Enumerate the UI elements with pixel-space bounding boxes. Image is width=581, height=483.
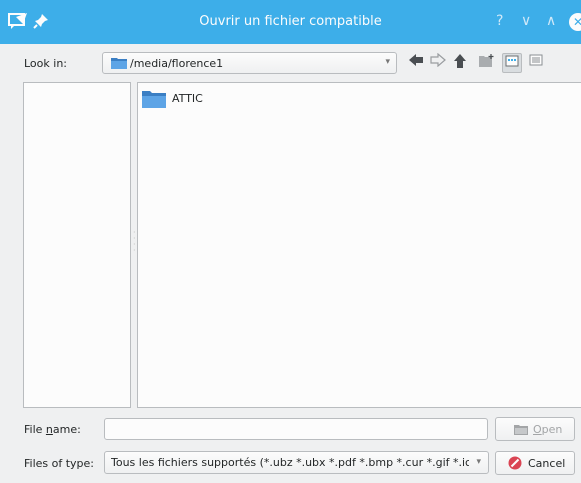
forward-arrow-icon [430,52,446,68]
detail-view-icon [529,54,543,66]
look-in-combo[interactable]: /media/florence1 ▾ [102,52,397,74]
up-button[interactable] [450,53,470,73]
cancel-button[interactable]: Cancel [495,451,575,475]
look-in-label: Look in: [24,57,67,70]
chevron-down-icon[interactable]: ▾ [476,457,481,467]
splitter-handle[interactable]: · · · · [133,229,136,260]
new-folder-button[interactable] [477,53,497,73]
folder-icon [110,56,128,73]
file-name-input[interactable] [104,418,488,440]
chevron-down-icon[interactable]: ▾ [385,57,390,67]
list-view-icon [505,55,519,67]
file-list[interactable]: ATTIC [137,82,581,408]
detail-view-button[interactable] [526,53,546,73]
window-title: Ouvrir un fichier compatible [199,14,382,29]
places-sidebar[interactable] [23,82,131,408]
files-of-type-label: Files of type: [24,457,95,470]
forward-button[interactable] [428,52,448,73]
title-bar[interactable]: Ouvrir un fichier compatible ? ∨ ∧ ✕ [0,0,581,44]
close-button[interactable]: ✕ [569,13,581,31]
help-button[interactable]: ? [496,12,503,30]
cancel-icon [508,456,522,473]
file-name-label: File name: [24,423,81,436]
new-folder-icon [479,54,494,67]
maximize-button[interactable]: ∧ [546,12,556,30]
file-type-value: Tous les fichiers supportés (*.ubz *.ubx… [111,456,469,469]
up-arrow-icon [454,54,466,68]
back-arrow-icon [409,54,423,66]
list-item[interactable]: ATTIC [141,89,203,108]
look-in-path: /media/florence1 [130,57,224,70]
open-button[interactable]: Open [495,417,575,441]
list-view-button[interactable] [502,53,522,73]
open-folder-icon [513,423,529,439]
file-name: ATTIC [172,92,203,105]
file-type-combo[interactable]: Tous les fichiers supportés (*.ubz *.ubx… [104,451,489,474]
minimize-button[interactable]: ∨ [521,12,531,30]
folder-icon [142,91,166,108]
back-button[interactable] [406,53,426,73]
